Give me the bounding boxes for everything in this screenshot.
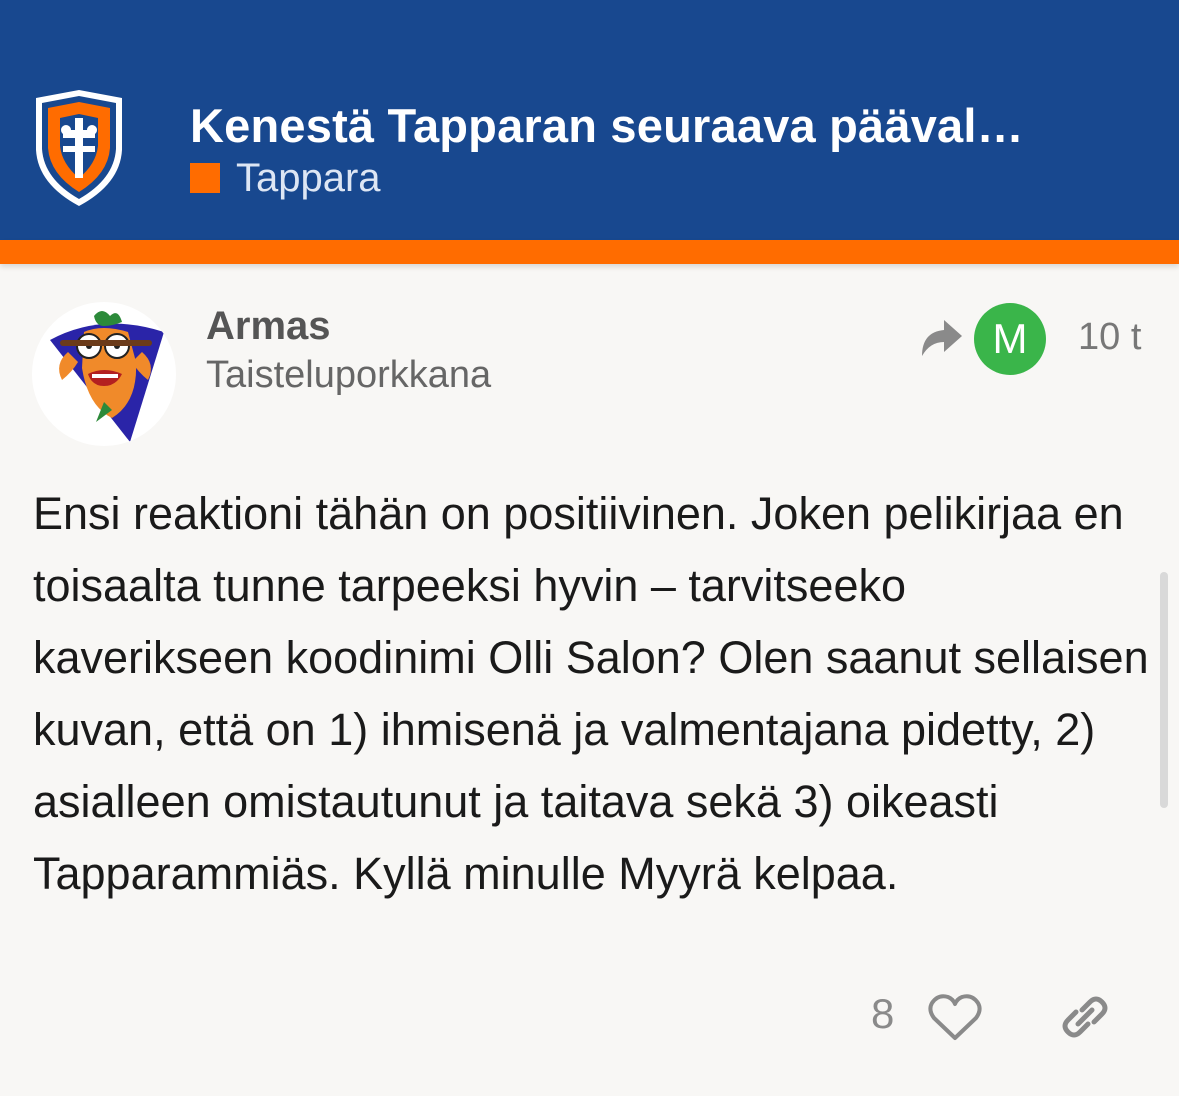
link-icon[interactable] [1058, 992, 1112, 1042]
category-name: Tappara [236, 155, 381, 200]
scrollbar[interactable] [1160, 572, 1168, 808]
heart-icon[interactable] [926, 992, 984, 1042]
header-stripe [0, 240, 1179, 264]
like-count[interactable]: 8 [871, 990, 894, 1038]
carrot-mascot-avatar [50, 311, 164, 442]
topic-header: Kenestä Tapparan seuraava pääval… Tappar… [0, 0, 1179, 240]
category-badge-icon [190, 163, 220, 193]
reply-arrow-icon[interactable] [918, 318, 964, 358]
post-time[interactable]: 10 t [1078, 316, 1141, 359]
author-avatar[interactable] [32, 302, 176, 446]
author-name[interactable]: Armas [206, 304, 331, 349]
category-link[interactable]: Tappara [190, 156, 381, 200]
post-body: Ensi reaktioni tähän on positiivinen. Jo… [33, 488, 1149, 899]
topic-title[interactable]: Kenestä Tapparan seuraava pääval… [190, 98, 1090, 153]
author-title: Taisteluporkkana [206, 354, 492, 396]
reply-to-avatar[interactable]: M [974, 303, 1046, 375]
tappara-logo-icon[interactable] [30, 88, 128, 208]
